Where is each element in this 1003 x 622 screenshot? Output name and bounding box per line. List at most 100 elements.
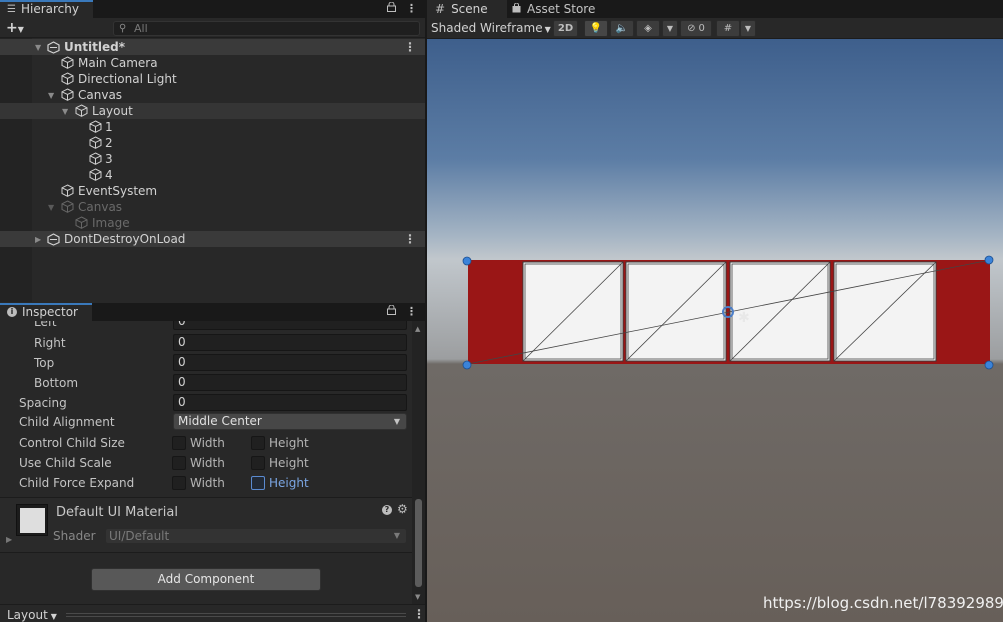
plus-icon: +: [6, 20, 18, 36]
material-preview[interactable]: [16, 504, 48, 536]
hierarchy-item-directional-light[interactable]: Directional Light: [0, 71, 425, 87]
effects-toggle-button[interactable]: ◈: [636, 20, 660, 37]
tab-scene-label: Scene: [451, 2, 488, 16]
help-icon[interactable]: ?: [382, 505, 392, 515]
scene-viewport[interactable]: ✱ https://blog.csdn.net/l783929897: [427, 39, 1003, 622]
hierarchy-item-image-disabled[interactable]: Image: [0, 215, 425, 231]
expand-arrow-right-icon[interactable]: ▶: [35, 235, 41, 244]
kebab-menu-icon[interactable]: ⋮: [406, 2, 417, 15]
tab-active-indicator: [0, 303, 92, 305]
left-panel: ☰ Hierarchy ⋮ +▼ ⚲ All ▼ Untitled* ⋮ Mai…: [0, 0, 425, 622]
chevron-down-icon: ▼: [393, 531, 400, 540]
inspector-scrollbar[interactable]: ▲ ▼: [412, 321, 425, 604]
hidden-objects-toggle-button[interactable]: ⊘ 0: [680, 20, 712, 37]
hierarchy-search-input[interactable]: ⚲ All: [113, 21, 420, 36]
scene-tabbar: # Scene Asset Store: [427, 0, 1003, 18]
search-placeholder: All: [134, 22, 148, 35]
tab-inspector[interactable]: i Inspector: [0, 303, 92, 321]
tab-asset-store[interactable]: Asset Store: [512, 0, 595, 18]
width-label: Width: [190, 456, 225, 470]
expand-arrow-icon[interactable]: ▼: [48, 91, 54, 100]
kebab-menu-icon[interactable]: ⋮: [406, 305, 417, 318]
grid-toggle-button[interactable]: #: [716, 20, 740, 37]
lighting-toggle-button[interactable]: 💡: [584, 20, 608, 37]
use-child-scale-row: Use Child Scale Width Height: [0, 454, 412, 472]
shader-value: UI/Default: [109, 529, 170, 543]
search-icon: ⚲: [119, 23, 127, 34]
gameobject-cube-icon: [89, 152, 102, 165]
hierarchy-item-layout[interactable]: ▼ Layout: [0, 103, 425, 119]
spacing-label: Spacing: [19, 396, 67, 410]
padding-bottom-field[interactable]: 0: [173, 374, 407, 391]
kebab-menu-icon[interactable]: ⋮: [413, 607, 425, 621]
hierarchy-item-2[interactable]: 2: [0, 135, 425, 151]
corner-handle[interactable]: [462, 256, 472, 266]
scrollbar-thumb[interactable]: [415, 499, 422, 587]
hierarchy-row-scene[interactable]: ▼ Untitled* ⋮: [0, 39, 425, 55]
tab-hierarchy[interactable]: ☰ Hierarchy: [0, 0, 93, 18]
add-object-button[interactable]: +▼: [6, 20, 24, 36]
gameobject-cube-icon: [61, 56, 74, 69]
shading-mode-label: Shaded Wireframe: [431, 21, 543, 35]
effects-dropdown-button[interactable]: ▼: [662, 20, 678, 37]
svg-text:✱: ✱: [738, 310, 750, 326]
lock-icon[interactable]: [387, 304, 396, 318]
watermark: https://blog.csdn.net/l783929897: [763, 594, 1003, 612]
scroll-up-icon[interactable]: ▲: [415, 325, 420, 333]
gear-icon[interactable]: ⚙: [397, 502, 408, 516]
expand-arrow-icon[interactable]: ▼: [48, 203, 54, 212]
corner-handle[interactable]: [984, 255, 994, 265]
lock-icon[interactable]: [387, 1, 396, 15]
spacing-field[interactable]: 0: [173, 394, 407, 411]
expand-arrow-icon[interactable]: ▼: [62, 107, 68, 116]
layout-group-gizmo[interactable]: ✱: [427, 39, 1003, 622]
hierarchy-item-canvas-disabled[interactable]: ▼ Canvas: [0, 199, 425, 215]
hierarchy-item-label: Directional Light: [78, 72, 177, 86]
tab-scene[interactable]: # Scene: [427, 0, 507, 18]
toggle-2d-button[interactable]: 2D: [553, 20, 578, 37]
expand-arrow-right-icon[interactable]: ▶: [6, 535, 12, 544]
hierarchy-row-dontdestroyonload[interactable]: ▶ DontDestroyOnLoad ⋮: [0, 231, 425, 247]
padding-bottom-row: Bottom 0: [0, 374, 412, 392]
add-component-button[interactable]: Add Component: [91, 568, 321, 591]
hierarchy-item-1[interactable]: 1: [0, 119, 425, 135]
padding-right-field[interactable]: 0: [173, 334, 407, 351]
child-alignment-row: Child Alignment Middle Center ▼: [0, 413, 412, 431]
scroll-down-icon[interactable]: ▼: [415, 593, 420, 601]
footer-layout-label: Layout: [7, 608, 48, 622]
use-child-scale-width-checkbox[interactable]: [172, 456, 186, 470]
spacing-row: Spacing 0: [0, 394, 412, 412]
hierarchy-item-canvas[interactable]: ▼ Canvas: [0, 87, 425, 103]
eye-off-icon: ⊘: [687, 23, 696, 34]
chevron-down-icon: ▼: [744, 24, 752, 33]
gameobject-cube-icon: [61, 88, 74, 101]
corner-handle[interactable]: [984, 360, 994, 370]
footer-layout-dropdown[interactable]: Layout ▼: [7, 608, 57, 622]
kebab-menu-icon[interactable]: ⋮: [404, 232, 416, 246]
padding-left-label: Left: [34, 321, 57, 329]
use-child-scale-height-checkbox[interactable]: [251, 456, 265, 470]
hierarchy-item-4[interactable]: 4: [0, 167, 425, 183]
footer-slider[interactable]: [66, 613, 406, 617]
padding-top-field[interactable]: 0: [173, 354, 407, 371]
child-force-expand-width-checkbox[interactable]: [172, 476, 186, 490]
child-alignment-dropdown[interactable]: Middle Center ▼: [173, 413, 407, 430]
child-alignment-label: Child Alignment: [19, 415, 115, 429]
height-label: Height: [269, 456, 309, 470]
child-force-expand-height-checkbox[interactable]: [251, 476, 265, 490]
corner-handle[interactable]: [462, 360, 472, 370]
control-child-size-height-checkbox[interactable]: [251, 436, 265, 450]
height-label: Height: [269, 436, 309, 450]
shader-dropdown[interactable]: UI/Default ▼: [105, 528, 407, 544]
hierarchy-item-3[interactable]: 3: [0, 151, 425, 167]
grid-dropdown-button[interactable]: ▼: [740, 20, 756, 37]
expand-arrow-icon[interactable]: ▼: [35, 43, 41, 52]
padding-left-field[interactable]: 0: [173, 321, 407, 330]
control-child-size-width-checkbox[interactable]: [172, 436, 186, 450]
hierarchy-item-main-camera[interactable]: Main Camera: [0, 55, 425, 71]
audio-toggle-button[interactable]: 🔈: [610, 20, 634, 37]
shading-mode-dropdown[interactable]: Shaded Wireframe ▼: [431, 21, 551, 35]
kebab-menu-icon[interactable]: ⋮: [404, 40, 416, 54]
hierarchy-item-eventsystem[interactable]: EventSystem: [0, 183, 425, 199]
chevron-down-icon: ▼: [666, 24, 674, 33]
